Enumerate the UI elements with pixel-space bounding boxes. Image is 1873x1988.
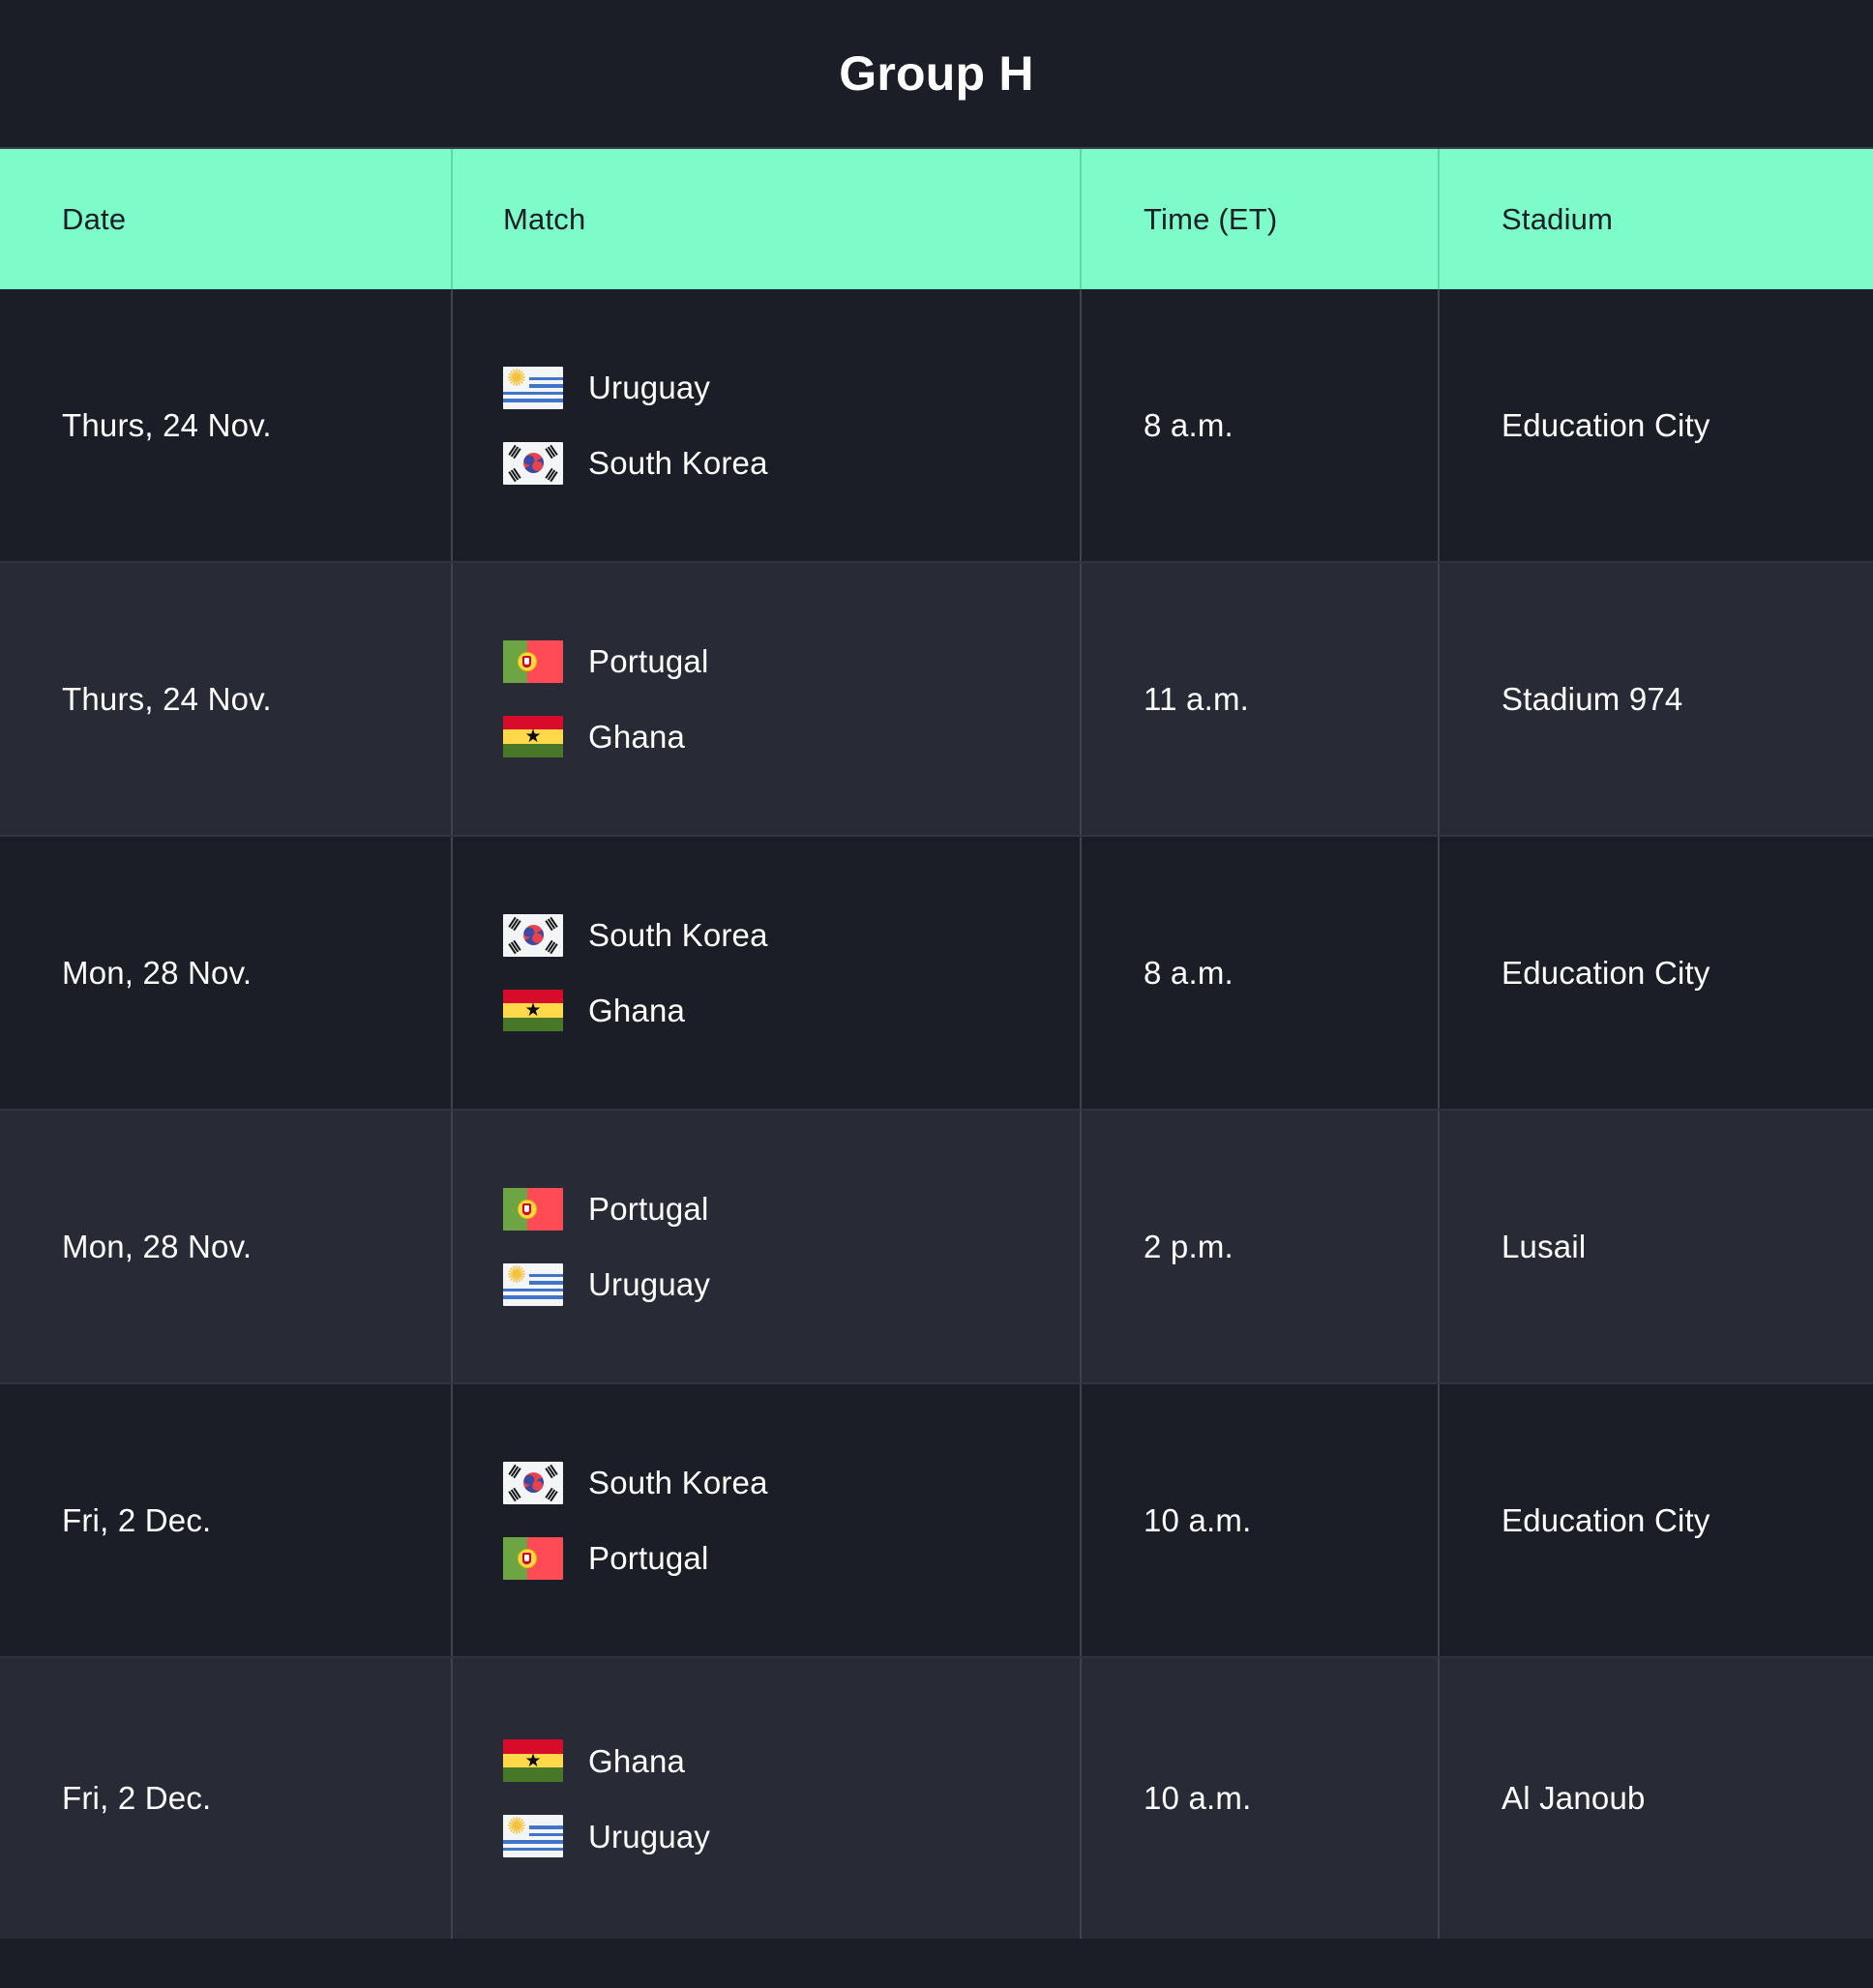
- match-date: Mon, 28 Nov.: [62, 1228, 253, 1264]
- uruguay-flag-icon: [503, 1262, 563, 1306]
- match-team: Portugal: [503, 639, 1018, 683]
- team-name: South Korea: [588, 445, 768, 481]
- cell-stadium: Education City: [1440, 837, 1873, 1109]
- team-name: South Korea: [588, 917, 768, 953]
- cell-stadium: Al Janoub: [1440, 1658, 1873, 1939]
- match-team: Uruguay: [503, 366, 1018, 409]
- uruguay-flag-icon: [503, 366, 563, 409]
- cell-match: Portugal ★ Ghana: [453, 563, 1082, 835]
- match-date: Mon, 28 Nov.: [62, 954, 253, 991]
- cell-date: Thurs, 24 Nov.: [0, 289, 453, 561]
- cell-match: Uruguay South Korea: [453, 289, 1082, 561]
- cell-match: Portugal Uruguay: [453, 1111, 1082, 1382]
- cell-date: Fri, 2 Dec.: [0, 1658, 453, 1939]
- match-time: 10 a.m.: [1144, 1501, 1252, 1538]
- team-name: Ghana: [588, 719, 686, 755]
- cell-date: Fri, 2 Dec.: [0, 1384, 453, 1656]
- match-team: Uruguay: [503, 1815, 1018, 1857]
- cell-time: 10 a.m.: [1082, 1384, 1440, 1656]
- table-header-row: Date Match Time (ET) Stadium: [0, 149, 1873, 289]
- match-team: South Korea: [503, 913, 1018, 957]
- cell-time: 8 a.m.: [1082, 837, 1440, 1109]
- table-row: Fri, 2 Dec. South Korea Portugal 10 a.m. Edu…: [0, 1384, 1873, 1658]
- match-stadium: Lusail: [1501, 1228, 1587, 1264]
- cell-time: 8 a.m.: [1082, 289, 1440, 561]
- page-title-bar: Group H: [0, 0, 1873, 147]
- table-body: Thurs, 24 Nov. Uruguay South Korea 8 a.m. Ed…: [0, 289, 1873, 1939]
- south-korea-flag-icon: [503, 441, 563, 485]
- table-row: Thurs, 24 Nov. Portugal ★ Ghana 11 a.m. Stadi…: [0, 563, 1873, 837]
- match-stadium: Education City: [1501, 1501, 1710, 1538]
- match-team: ★ Ghana: [503, 715, 1018, 758]
- cell-time: 10 a.m.: [1082, 1658, 1440, 1939]
- portugal-flag-icon: [503, 1536, 563, 1580]
- ghana-flag-icon: ★: [503, 715, 563, 758]
- portugal-flag-icon: [503, 639, 563, 683]
- match-team: ★ Ghana: [503, 989, 1018, 1032]
- cell-stadium: Education City: [1440, 1384, 1873, 1656]
- column-header-time-label: Time (ET): [1144, 201, 1278, 236]
- match-date: Fri, 2 Dec.: [62, 1501, 212, 1538]
- match-team: Uruguay: [503, 1262, 1018, 1306]
- column-header-time: Time (ET): [1082, 149, 1440, 289]
- match-team: Portugal: [503, 1187, 1018, 1231]
- match-date: Fri, 2 Dec.: [62, 1780, 212, 1817]
- match-team: ★ Ghana: [503, 1739, 1018, 1782]
- table-row: Mon, 28 Nov. South Korea ★ Ghana 8 a.m. Educa…: [0, 837, 1873, 1111]
- team-name: Portugal: [588, 643, 709, 679]
- match-time: 11 a.m.: [1144, 680, 1250, 717]
- team-name: Uruguay: [588, 1818, 711, 1854]
- team-name: Portugal: [588, 1191, 709, 1227]
- team-name: Uruguay: [588, 370, 711, 405]
- cell-stadium: Stadium 974: [1440, 563, 1873, 835]
- uruguay-flag-icon: [503, 1815, 563, 1857]
- match-time: 2 p.m.: [1144, 1228, 1234, 1264]
- cell-date: Mon, 28 Nov.: [0, 837, 453, 1109]
- team-name: Portugal: [588, 1540, 709, 1576]
- ghana-flag-icon: ★: [503, 989, 563, 1032]
- match-time: 10 a.m.: [1144, 1780, 1252, 1817]
- cell-time: 2 p.m.: [1082, 1111, 1440, 1382]
- match-stadium: Education City: [1501, 954, 1710, 991]
- table-row: Mon, 28 Nov. Portugal Uruguay 2 p.m. Lusail: [0, 1111, 1873, 1384]
- match-stadium: Stadium 974: [1501, 680, 1683, 717]
- table-row: Fri, 2 Dec. ★ Ghana Uruguay 10 a.m. Al Janoub: [0, 1658, 1873, 1939]
- match-time: 8 a.m.: [1144, 406, 1234, 443]
- group-h-fixture-page: Group H Date Match Time (ET) Stadium Thu…: [0, 0, 1873, 1988]
- match-team: Portugal: [503, 1536, 1018, 1580]
- team-name: Ghana: [588, 993, 686, 1028]
- cell-match: South Korea Portugal: [453, 1384, 1082, 1656]
- column-header-stadium-label: Stadium: [1501, 201, 1614, 236]
- cell-date: Thurs, 24 Nov.: [0, 563, 453, 835]
- team-name: Uruguay: [588, 1266, 711, 1302]
- cell-stadium: Lusail: [1440, 1111, 1873, 1382]
- cell-date: Mon, 28 Nov.: [0, 1111, 453, 1382]
- column-header-match: Match: [453, 149, 1082, 289]
- cell-time: 11 a.m.: [1082, 563, 1440, 835]
- fixture-table: Date Match Time (ET) Stadium Thurs, 24 N…: [0, 147, 1873, 1988]
- column-header-date: Date: [0, 149, 453, 289]
- match-date: Thurs, 24 Nov.: [62, 406, 272, 443]
- cell-stadium: Education City: [1440, 289, 1873, 561]
- south-korea-flag-icon: [503, 913, 563, 957]
- column-header-stadium: Stadium: [1440, 149, 1873, 289]
- match-stadium: Education City: [1501, 406, 1710, 443]
- column-header-match-label: Match: [503, 201, 586, 236]
- team-name: South Korea: [588, 1465, 768, 1500]
- south-korea-flag-icon: [503, 1461, 563, 1504]
- table-row: Thurs, 24 Nov. Uruguay South Korea 8 a.m. Ed…: [0, 289, 1873, 563]
- ghana-flag-icon: ★: [503, 1739, 563, 1782]
- portugal-flag-icon: [503, 1187, 563, 1231]
- match-team: South Korea: [503, 1461, 1018, 1504]
- cell-match: South Korea ★ Ghana: [453, 837, 1082, 1109]
- cell-match: ★ Ghana Uruguay: [453, 1658, 1082, 1939]
- match-date: Thurs, 24 Nov.: [62, 680, 272, 717]
- team-name: Ghana: [588, 1742, 686, 1779]
- page-title: Group H: [839, 46, 1034, 101]
- column-header-date-label: Date: [62, 201, 127, 236]
- match-team: South Korea: [503, 441, 1018, 485]
- match-time: 8 a.m.: [1144, 954, 1234, 991]
- match-stadium: Al Janoub: [1501, 1780, 1646, 1817]
